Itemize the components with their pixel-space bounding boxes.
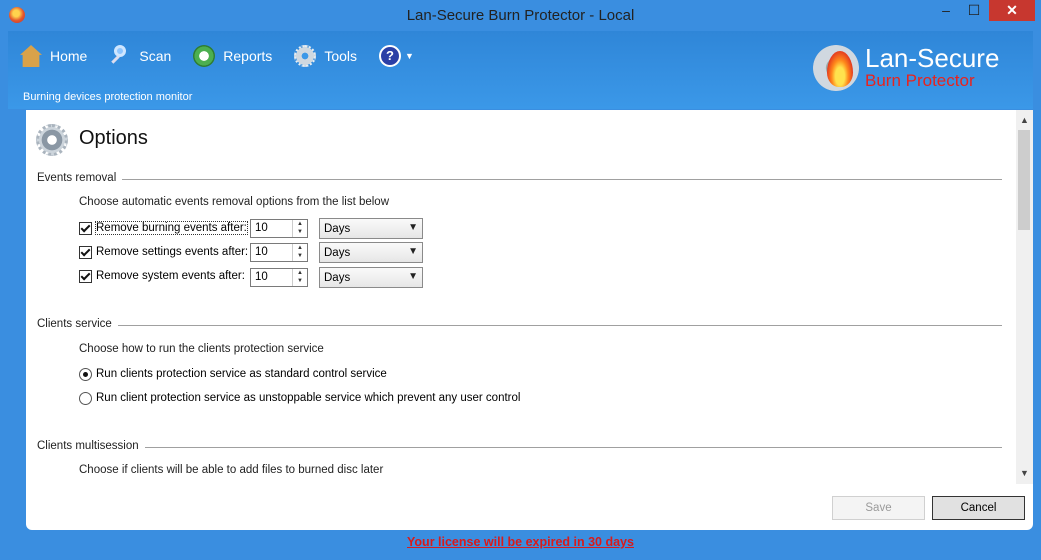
- spinner-value: 10: [255, 246, 268, 258]
- spinner-arrows-icon[interactable]: ▲ ▼: [292, 220, 307, 237]
- options-scroll-area: Options Events removal Choose automatic …: [26, 110, 1016, 484]
- dropdown-value: Days: [324, 247, 351, 259]
- tools-label: Tools: [324, 48, 357, 64]
- spinner-value: 10: [255, 222, 268, 234]
- options-gear-icon: [36, 124, 68, 156]
- checkbox-box[interactable]: [79, 221, 92, 235]
- checkbox-label: Remove burning events after:: [95, 221, 248, 235]
- checkbox-label: Remove system events after:: [96, 270, 245, 282]
- unstoppable-service-radio[interactable]: Run client protection service as unstopp…: [79, 390, 520, 406]
- burning-events-days-spinner[interactable]: 10 ▲ ▼: [250, 219, 308, 238]
- remove-burning-events-checkbox[interactable]: Remove burning events after:: [79, 218, 248, 238]
- brand-product: Burn Protector: [865, 71, 975, 90]
- radio-label: Run client protection service as unstopp…: [96, 392, 521, 404]
- dropdown-value: Days: [324, 272, 351, 284]
- checkbox-box[interactable]: [79, 269, 92, 283]
- vertical-scrollbar[interactable]: ▲ ▼: [1016, 110, 1033, 484]
- section-divider: [37, 179, 1002, 180]
- brand-logo: Lan-Secure Burn Protector: [813, 43, 1013, 95]
- burning-events-unit-dropdown[interactable]: Days ▼: [319, 218, 423, 239]
- scan-button[interactable]: Scan: [109, 45, 171, 67]
- window-title: Lan-Secure Burn Protector - Local: [406, 7, 635, 24]
- section-label: Clients multisession: [37, 440, 145, 452]
- spinner-arrows-icon[interactable]: ▲ ▼: [292, 244, 307, 261]
- minimize-button[interactable]: –: [933, 0, 959, 21]
- reports-button[interactable]: Reports: [193, 45, 272, 67]
- page-title: Options: [79, 127, 148, 149]
- events-removal-description: Choose automatic events removal options …: [79, 196, 390, 208]
- header: Home Scan Reports Tools ? ▼ Burning devi…: [8, 31, 1033, 109]
- radio-label: Run clients protection service as standa…: [96, 368, 387, 380]
- help-button[interactable]: ? ▼: [379, 45, 414, 67]
- section-clients-service: Clients service: [37, 318, 1002, 332]
- checkbox-box[interactable]: [79, 245, 92, 259]
- cancel-button[interactable]: Cancel: [932, 496, 1025, 520]
- section-events-removal: Events removal: [37, 172, 1002, 186]
- maximize-button[interactable]: ☐: [961, 0, 987, 21]
- system-events-days-spinner[interactable]: 10 ▲ ▼: [250, 268, 308, 287]
- section-clients-multisession: Clients multisession: [37, 440, 1002, 454]
- reports-label: Reports: [223, 48, 273, 64]
- chevron-down-icon: ▼: [408, 271, 418, 282]
- standard-service-radio[interactable]: Run clients protection service as standa…: [79, 366, 387, 382]
- toolbar: Home Scan Reports Tools ? ▼: [20, 41, 436, 71]
- options-panel: Options Events removal Choose automatic …: [26, 110, 1033, 530]
- home-icon: [20, 45, 42, 67]
- close-button[interactable]: ✕: [989, 0, 1035, 21]
- home-label: Home: [50, 48, 88, 64]
- settings-events-days-spinner[interactable]: 10 ▲ ▼: [250, 243, 308, 262]
- dropdown-value: Days: [324, 223, 351, 235]
- scan-label: Scan: [139, 48, 172, 64]
- license-expiry-link[interactable]: Your license will be expired in 30 days: [0, 535, 1041, 549]
- help-icon: ?: [379, 45, 401, 67]
- remove-settings-events-checkbox[interactable]: Remove settings events after:: [79, 242, 248, 262]
- settings-events-unit-dropdown[interactable]: Days ▼: [319, 242, 423, 263]
- chevron-down-icon: ▼: [405, 51, 414, 61]
- chevron-down-icon: ▼: [408, 222, 418, 233]
- checkbox-label: Remove settings events after:: [96, 246, 249, 258]
- save-button[interactable]: Save: [832, 496, 925, 520]
- tools-button[interactable]: Tools: [294, 45, 357, 67]
- section-label: Clients service: [37, 318, 118, 330]
- section-label: Events removal: [37, 172, 123, 184]
- radio-button[interactable]: [79, 367, 92, 381]
- chevron-down-icon: ▼: [408, 246, 418, 257]
- scroll-up-icon[interactable]: ▲: [1016, 112, 1033, 129]
- radio-button[interactable]: [79, 391, 92, 405]
- magnifier-icon: [109, 45, 131, 67]
- spinner-arrows-icon[interactable]: ▲ ▼: [292, 269, 307, 286]
- section-divider: [37, 325, 1002, 326]
- section-divider: [37, 447, 1002, 448]
- flame-icon: [827, 51, 853, 87]
- gear-icon: [294, 45, 317, 67]
- scroll-down-icon[interactable]: ▼: [1016, 465, 1033, 482]
- title-bar: Lan-Secure Burn Protector - Local – ☐ ✕: [0, 0, 1041, 31]
- spinner-value: 10: [255, 271, 268, 283]
- brand-name: Lan-Secure: [865, 43, 1000, 73]
- clients-service-description: Choose how to run the clients protection…: [79, 343, 324, 355]
- home-button[interactable]: Home: [20, 45, 87, 67]
- scroll-thumb[interactable]: [1018, 130, 1030, 230]
- header-subtitle: Burning devices protection monitor: [23, 91, 193, 103]
- system-events-unit-dropdown[interactable]: Days ▼: [319, 267, 423, 288]
- clients-multisession-description: Choose if clients will be able to add fi…: [79, 464, 384, 476]
- reports-icon: [193, 45, 216, 67]
- remove-system-events-checkbox[interactable]: Remove system events after:: [79, 266, 245, 286]
